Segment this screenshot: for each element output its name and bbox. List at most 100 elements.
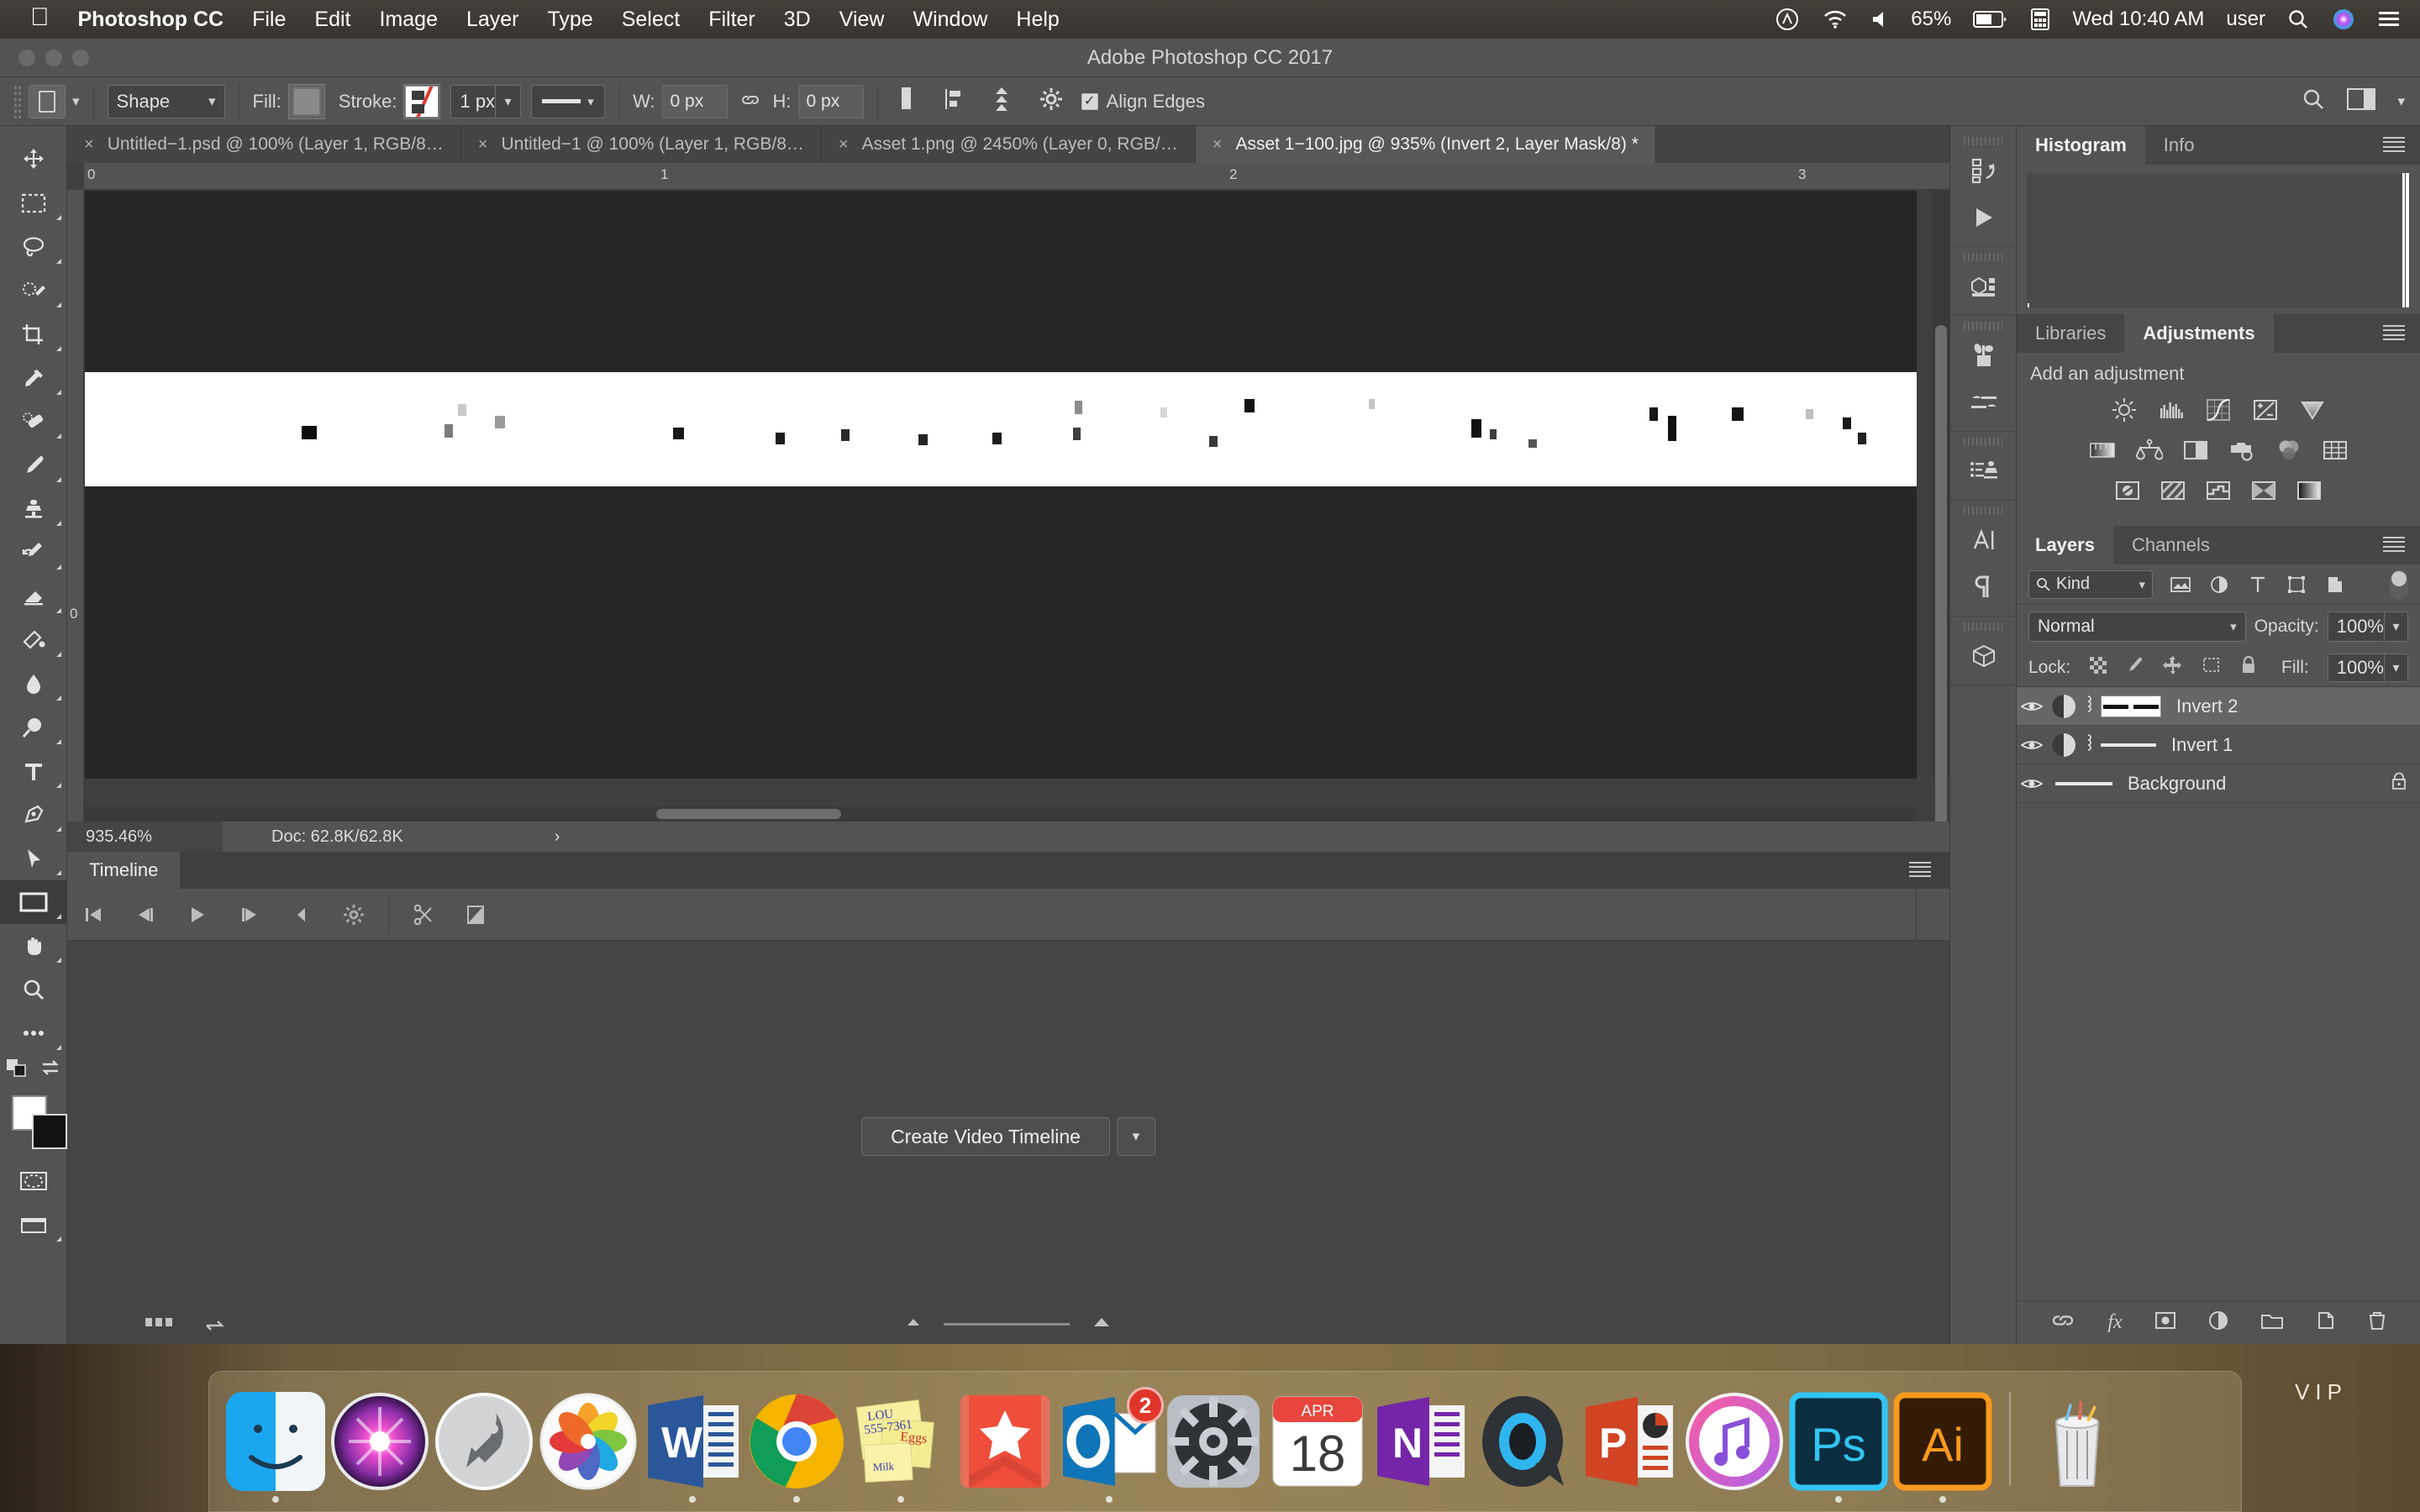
menubar-clock[interactable]: Wed 10:40 AM	[2072, 8, 2204, 31]
maximize-window-button[interactable]	[72, 50, 89, 66]
path-selection-tool[interactable]	[0, 837, 67, 880]
shape-width-input[interactable]: 0 px	[661, 84, 728, 118]
document-tab-asset-1-png[interactable]: × Asset 1.png @ 2450% (Layer 0, RGB/…	[821, 126, 1196, 163]
curves-icon[interactable]	[2205, 396, 2232, 428]
fill-input[interactable]: 100% ▾	[2327, 653, 2408, 682]
path-operations-icon[interactable]	[895, 85, 917, 118]
menu-type[interactable]: Type	[548, 8, 593, 32]
menu-image[interactable]: Image	[379, 8, 437, 32]
spot-healing-brush-tool[interactable]	[0, 400, 67, 444]
swap-colors-icon[interactable]	[39, 1058, 62, 1082]
wunderlist-icon[interactable]	[955, 1392, 1055, 1491]
trash-icon[interactable]	[2028, 1392, 2127, 1491]
chevron-down-icon[interactable]: ▾	[2384, 653, 2407, 682]
canvas-horizontal-scrollbar[interactable]	[85, 806, 1917, 822]
gear-icon[interactable]	[1039, 87, 1063, 116]
filter-enable-toggle[interactable]	[2390, 569, 2408, 600]
spotlight-search-icon[interactable]	[2287, 8, 2309, 30]
brightness-contrast-icon[interactable]	[2111, 396, 2138, 428]
lock-position-icon[interactable]	[2163, 655, 2183, 680]
channel-mixer-icon[interactable]	[2275, 438, 2302, 466]
fill-color-swatch[interactable]	[287, 83, 325, 119]
calendar-icon[interactable]: APR 18	[1268, 1392, 1367, 1491]
microsoft-onenote-icon[interactable]: N	[1372, 1392, 1471, 1491]
menu-filter[interactable]: Filter	[708, 8, 755, 32]
close-window-button[interactable]	[18, 50, 35, 66]
chevron-down-icon[interactable]: ▾	[2397, 93, 2405, 110]
brush-presets-icon[interactable]	[1950, 332, 2018, 379]
microsoft-powerpoint-icon[interactable]: P	[1581, 1392, 1680, 1491]
menu-app-name[interactable]: Photoshop CC	[78, 8, 224, 32]
selective-color-icon[interactable]	[2296, 480, 2322, 506]
align-edges-checkbox[interactable]: ✓	[1081, 92, 1098, 110]
layer-thumbnail-image[interactable]	[2055, 781, 2112, 785]
itunes-icon[interactable]	[1685, 1392, 1784, 1491]
zoom-tool[interactable]	[0, 968, 67, 1011]
actions-play-icon[interactable]	[1950, 194, 2018, 241]
new-layer-icon[interactable]	[2316, 1310, 2336, 1335]
menu-file[interactable]: File	[252, 8, 286, 32]
menu-help[interactable]: Help	[1016, 8, 1059, 32]
battery-icon[interactable]	[1973, 9, 2008, 29]
menu-select[interactable]: Select	[622, 8, 680, 32]
horizontal-ruler[interactable]: 0 1 2 3	[84, 163, 1949, 190]
chevron-down-icon[interactable]: ▾	[1116, 1117, 1155, 1156]
filter-type-icon[interactable]	[2247, 572, 2269, 597]
history-brush-tool[interactable]	[0, 531, 67, 575]
background-color-swatch[interactable]	[32, 1114, 67, 1149]
adobe-illustrator-icon[interactable]: Ai	[1893, 1392, 1992, 1503]
vibrance-icon[interactable]	[2299, 396, 2326, 428]
menu-layer[interactable]: Layer	[466, 8, 519, 32]
clone-stamp-tool[interactable]	[0, 487, 67, 531]
shape-mode-select[interactable]: Shape ▾	[107, 84, 225, 118]
dodge-tool[interactable]	[0, 706, 67, 749]
layer-row-invert-1[interactable]: Invert 1	[2017, 726, 2420, 764]
finder-icon[interactable]	[226, 1392, 325, 1503]
black-white-icon[interactable]	[2183, 438, 2208, 466]
calculator-icon[interactable]	[2030, 8, 2050, 31]
menu-view[interactable]: View	[839, 8, 885, 32]
menu-edit[interactable]: Edit	[314, 8, 350, 32]
posterize-icon[interactable]	[2160, 480, 2186, 506]
tab-channels[interactable]: Channels	[2112, 526, 2228, 564]
panel-grip[interactable]	[1964, 253, 2002, 261]
layer-thumbnail-adjustment[interactable]	[2052, 732, 2075, 757]
3d-scene-icon[interactable]	[1950, 263, 2018, 310]
panel-menu-icon[interactable]	[2383, 537, 2405, 552]
layer-thumbnail-adjustment[interactable]	[2052, 694, 2075, 718]
photos-icon[interactable]	[539, 1392, 638, 1491]
menu-3d[interactable]: 3D	[784, 8, 811, 32]
document-tab-asset-1-100-jpg[interactable]: × Asset 1−100.jpg @ 935% (Invert 2, Laye…	[1195, 126, 1656, 163]
new-adjustment-layer-icon[interactable]	[2208, 1310, 2228, 1335]
google-chrome-icon[interactable]	[747, 1392, 846, 1503]
levels-icon[interactable]	[2158, 396, 2185, 428]
system-preferences-icon[interactable]	[1164, 1392, 1263, 1491]
opacity-input[interactable]: 100% ▾	[2327, 612, 2408, 642]
chevron-down-icon[interactable]: ▾	[2384, 612, 2407, 642]
timeline-settings-gear-icon[interactable]	[328, 889, 380, 941]
tab-adjustments[interactable]: Adjustments	[2124, 314, 2274, 353]
invert-icon[interactable]	[2115, 480, 2140, 506]
options-bar-grip[interactable]	[13, 84, 22, 118]
clone-source-icon[interactable]	[1950, 448, 2018, 495]
audio-mute-button[interactable]	[276, 889, 328, 941]
volume-icon[interactable]	[1870, 9, 1889, 29]
create-video-timeline-button[interactable]: Create Video Timeline	[861, 1117, 1110, 1156]
pen-tool[interactable]	[0, 793, 67, 837]
layer-style-fx-icon[interactable]: fx	[2107, 1311, 2122, 1334]
play-button[interactable]	[171, 889, 224, 941]
screen-mode-icon[interactable]	[0, 1203, 67, 1247]
creative-cloud-icon[interactable]	[1775, 7, 1800, 32]
move-tool[interactable]	[0, 138, 67, 181]
rectangular-marquee-tool[interactable]	[0, 181, 67, 225]
blend-mode-select[interactable]: Normal ▾	[2028, 612, 2246, 642]
quick-selection-tool[interactable]	[0, 269, 67, 312]
quicktime-icon[interactable]	[1476, 1392, 1576, 1491]
timeline-zoom-slider[interactable]	[944, 1323, 1070, 1326]
tab-timeline[interactable]: Timeline	[67, 852, 181, 889]
transition-gradient-button[interactable]	[450, 889, 502, 941]
tool-preset-picker[interactable]	[29, 84, 66, 118]
select-previous-frame-button[interactable]	[119, 889, 171, 941]
close-icon[interactable]: ×	[84, 135, 94, 155]
zoom-out-icon[interactable]	[905, 1316, 922, 1332]
